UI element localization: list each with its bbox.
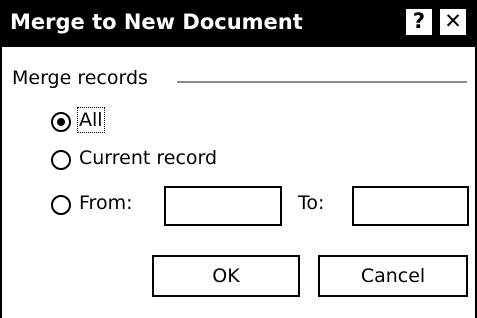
close-button[interactable]: ✕ — [438, 7, 468, 37]
merge-dialog: Merge to New Document ? ✕ Merge records … — [0, 0, 477, 318]
ok-button[interactable]: OK — [152, 255, 300, 297]
dialog-title: Merge to New Document — [10, 10, 303, 34]
title-bar[interactable]: Merge to New Document ? ✕ — [2, 0, 477, 47]
help-button[interactable]: ? — [404, 7, 434, 37]
from-field[interactable] — [164, 186, 282, 226]
merge-records-label: Merge records — [12, 67, 148, 89]
radio-current-record-label[interactable]: Current record — [79, 147, 217, 169]
radio-from[interactable] — [51, 195, 71, 215]
radio-all[interactable] — [51, 112, 71, 132]
to-field[interactable] — [352, 186, 469, 226]
radio-all-label[interactable]: All — [77, 107, 105, 133]
radio-current-record[interactable] — [51, 150, 71, 170]
to-label: To: — [298, 192, 325, 214]
radio-from-label[interactable]: From: — [79, 192, 132, 214]
group-divider — [177, 81, 467, 83]
cancel-button[interactable]: Cancel — [318, 255, 468, 297]
